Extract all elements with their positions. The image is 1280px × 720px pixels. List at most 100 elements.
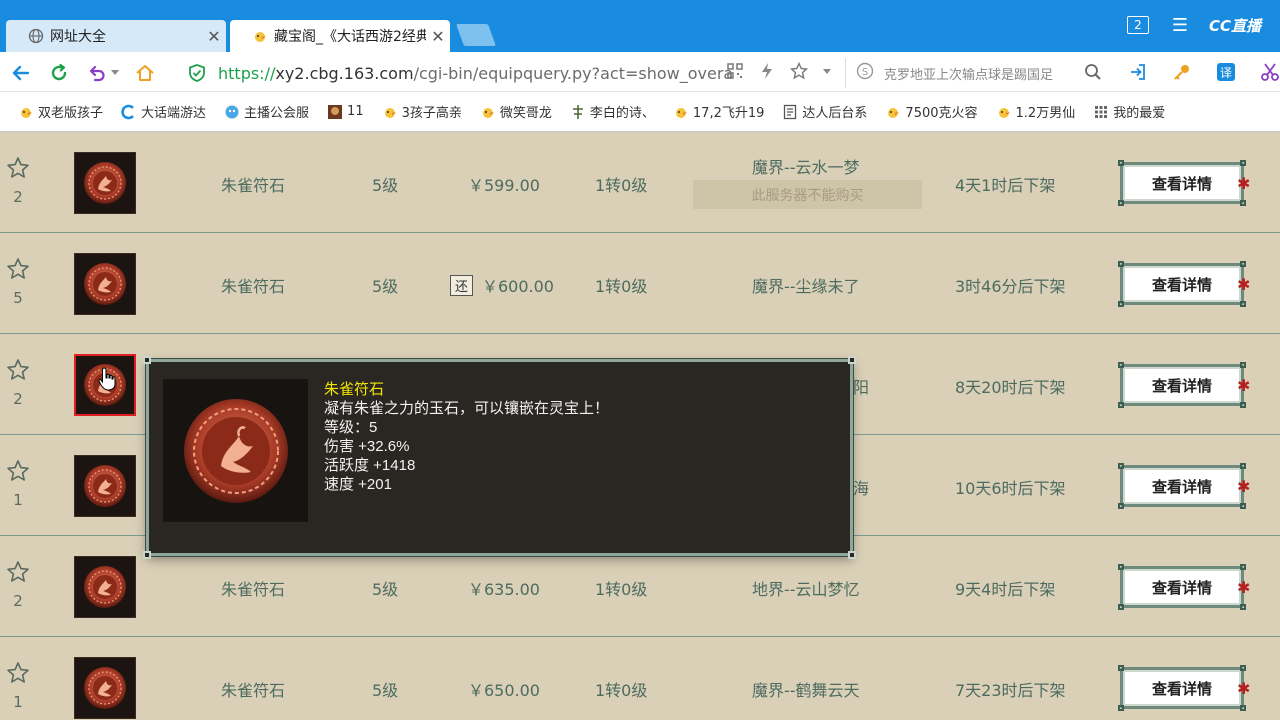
bookmark-item[interactable]: 微笑哥龙 [480, 102, 552, 121]
chick-icon [885, 104, 901, 120]
lightning-icon[interactable] [758, 62, 776, 84]
button-corner [1118, 200, 1124, 206]
pin-icon[interactable]: ✱ [1237, 275, 1250, 294]
search-placeholder: 克罗地亚上次输点球是踢国足 [884, 67, 1054, 83]
window-count-badge[interactable]: 2 [1127, 16, 1149, 34]
svg-text:译: 译 [1220, 66, 1232, 80]
item-level: 5级 [372, 277, 399, 296]
star-icon[interactable] [6, 459, 30, 483]
search-input[interactable]: S 克罗地亚上次输点球是踢国足 [845, 58, 1107, 88]
sign-in-icon[interactable] [1128, 62, 1148, 86]
rune-stone-icon[interactable] [74, 556, 136, 618]
menu-icon[interactable]: ☰ [1170, 12, 1190, 38]
bookmark-item[interactable]: 大话端游达 [121, 102, 206, 121]
rune-stone-large-icon [163, 379, 308, 522]
bookmark-item[interactable]: 3孩子高亲 [382, 102, 462, 121]
bookmark-item[interactable]: 7500克火容 [885, 102, 978, 121]
key-icon[interactable] [1172, 62, 1192, 86]
back-arrow-icon[interactable] [8, 60, 34, 86]
bookmark-item[interactable]: 1.2万男仙 [996, 102, 1076, 121]
chick-icon [382, 104, 398, 120]
bookmark-item[interactable]: 达人后台系 [782, 102, 867, 121]
home-icon[interactable] [132, 60, 158, 86]
bookmark-item[interactable]: 11 [327, 104, 364, 120]
chick-icon [996, 104, 1012, 120]
cloud-icon [224, 104, 240, 120]
button-corner [1240, 402, 1246, 408]
bookmark-label: 1.2万男仙 [1015, 106, 1076, 121]
pin-icon[interactable]: ✱ [1237, 679, 1250, 698]
tab-cbg[interactable]: 藏宝阁_《大话西游2经典 ✕ [230, 20, 450, 52]
pin-icon[interactable]: ✱ [1237, 578, 1250, 597]
table-row: 5 朱雀符石 5级 还 ￥600.00 1转0级 魔界--尘缘未了 3时46分后下架 查看详情 ✱ [0, 233, 1280, 334]
scissors-icon[interactable] [1260, 62, 1280, 86]
address-bar: https://xy2.cbg.163.com/cgi-bin/equipque… [0, 52, 1280, 92]
undo-icon[interactable] [84, 60, 110, 86]
bookmark-item[interactable]: 17,2飞升19 [673, 102, 764, 121]
view-detail-button[interactable]: 查看详情 [1118, 160, 1246, 206]
tab-url-directory[interactable]: 网址大全 ✕ [6, 20, 226, 52]
pin-icon[interactable]: ✱ [1237, 376, 1250, 395]
button-corner [1240, 200, 1246, 206]
view-detail-label: 查看详情 [1151, 174, 1212, 193]
chevron-down-icon[interactable] [108, 60, 122, 86]
button-corner [1118, 463, 1124, 469]
bookmark-item[interactable]: 我的最爱 [1093, 102, 1165, 121]
view-detail-button[interactable]: 查看详情 [1118, 261, 1246, 307]
item-rebirth: 1转0级 [595, 681, 648, 700]
star-icon[interactable] [789, 61, 809, 84]
button-corner [1118, 362, 1124, 368]
favorite-count: 1 [13, 491, 23, 509]
rune-stone-icon[interactable] [74, 455, 136, 517]
delist-time: 3时46分后下架 [955, 277, 1066, 296]
item-price: ￥635.00 [468, 580, 540, 599]
item-level: 5级 [372, 176, 399, 195]
translate-icon[interactable]: 译 [1216, 62, 1236, 86]
star-icon[interactable] [6, 257, 30, 281]
tooltip-item-name: 朱雀符石 [324, 381, 385, 398]
view-detail-button[interactable]: 查看详情 [1118, 463, 1246, 509]
star-icon[interactable] [6, 560, 30, 584]
search-icon[interactable] [1084, 63, 1102, 85]
tab-bar: 网址大全 ✕ 藏宝阁_《大话西游2经典 ✕ 2 ☰ CC直播 [0, 0, 1280, 52]
rune-stone-icon[interactable] [74, 657, 136, 719]
new-tab-button[interactable] [455, 24, 497, 46]
tab-title: 藏宝阁_《大话西游2经典 [274, 29, 426, 45]
view-detail-button[interactable]: 查看详情 [1118, 564, 1246, 610]
tooltip-activity: 活跃度 +1418 [324, 457, 416, 474]
view-detail-button[interactable]: 查看详情 [1118, 362, 1246, 408]
item-level: 5级 [372, 580, 399, 599]
refresh-icon[interactable] [46, 60, 72, 86]
star-icon[interactable] [6, 358, 30, 382]
rune-stone-icon[interactable] [74, 152, 136, 214]
button-corner [1240, 160, 1246, 166]
item-name: 朱雀符石 [221, 176, 286, 195]
favorite-count: 5 [13, 289, 23, 307]
bookmark-item[interactable]: 双老版孩子 [18, 102, 103, 121]
star-icon[interactable] [6, 661, 30, 685]
item-rebirth: 1转0级 [595, 176, 648, 195]
bookmark-label: 达人后台系 [802, 106, 868, 121]
cannot-buy-notice: 此服务器不能购买 [693, 180, 922, 209]
view-detail-label: 查看详情 [1151, 275, 1212, 294]
item-name: 朱雀符石 [221, 580, 286, 599]
qr-code-icon[interactable] [726, 62, 744, 84]
button-corner [1240, 362, 1246, 368]
close-icon[interactable]: ✕ [202, 27, 226, 46]
view-detail-button[interactable]: 查看详情 [1118, 665, 1246, 711]
tooltip-text: 朱雀符石 凝有朱雀之力的玉石，可以镶嵌在灵宝上！ 等级：5 伤害 +32.6% … [324, 380, 609, 494]
bookmark-label: 3孩子高亲 [401, 106, 462, 121]
chevron-down-icon[interactable] [822, 62, 832, 84]
url-domain: xy2.cbg.163.com [275, 63, 414, 83]
pin-icon[interactable]: ✱ [1237, 174, 1250, 193]
star-icon[interactable] [6, 156, 30, 180]
rune-stone-icon[interactable] [74, 253, 136, 315]
doc-icon [782, 104, 798, 120]
button-corner [1240, 261, 1246, 267]
close-icon[interactable]: ✕ [426, 27, 450, 46]
pin-icon[interactable]: ✱ [1237, 477, 1250, 496]
bookmark-item[interactable]: 主播公会服 [224, 102, 309, 121]
bookmark-item[interactable]: 李白的诗、 [570, 102, 655, 121]
item-name: 朱雀符石 [221, 681, 286, 700]
shield-icon[interactable] [184, 60, 210, 86]
